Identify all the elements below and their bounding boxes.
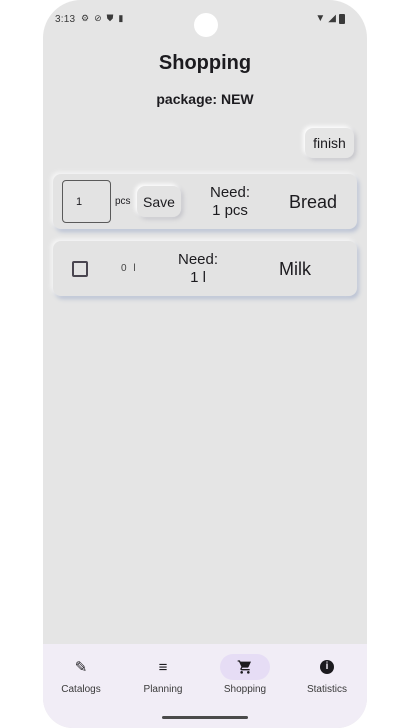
nav-label: Shopping bbox=[223, 684, 267, 695]
item-checkbox[interactable] bbox=[72, 261, 88, 277]
nav-label: Catalogs bbox=[61, 684, 101, 695]
sd-card-icon: ▮ bbox=[118, 13, 124, 23]
wifi-icon: ▼ bbox=[315, 13, 326, 24]
home-indicator[interactable] bbox=[162, 716, 248, 719]
package-label: package: NEW bbox=[156, 91, 254, 107]
status-left-icons: ⚙ ⊘ ⛊ ▮ bbox=[81, 13, 123, 24]
page-title: Shopping bbox=[158, 52, 252, 74]
need-info: Need: 1 l bbox=[173, 251, 223, 287]
nav-shopping[interactable]: Shopping bbox=[208, 654, 282, 695]
finish-button[interactable]: finish bbox=[305, 128, 354, 158]
do-not-disturb-icon: ⊘ bbox=[94, 13, 102, 23]
unit-label: pcs bbox=[115, 196, 131, 207]
need-amount: 1 pcs bbox=[212, 202, 248, 219]
need-label: Need: bbox=[177, 251, 219, 268]
status-bar: 3:13 ⚙ ⊘ ⛊ ▮ ▼ ◢ bbox=[43, 0, 367, 40]
status-time: 3:13 bbox=[55, 14, 76, 25]
shopping-item-milk: 0 l Need: 1 l Milk bbox=[53, 241, 357, 296]
quantity-input[interactable] bbox=[62, 180, 111, 223]
shopping-item-bread: pcs Save Need: 1 pcs Bread bbox=[53, 174, 357, 229]
item-name: Milk bbox=[279, 259, 311, 279]
bottom-navigation: ✎ Catalogs ≡ Planning Shopping i Statist… bbox=[43, 644, 367, 728]
camera-cutout bbox=[194, 13, 218, 37]
info-icon: i bbox=[302, 654, 352, 680]
nav-label: Statistics bbox=[306, 684, 347, 695]
save-button[interactable]: Save bbox=[137, 186, 181, 217]
signal-icon: ◢ bbox=[328, 13, 336, 24]
need-amount: 1 l bbox=[190, 269, 206, 286]
pencil-icon: ✎ bbox=[74, 659, 88, 676]
settings-icon: ⚙ bbox=[81, 13, 90, 23]
need-label: Need: bbox=[209, 184, 251, 201]
cart-icon bbox=[220, 654, 270, 680]
item-name: Bread bbox=[289, 192, 338, 212]
nav-planning[interactable]: ≡ Planning bbox=[126, 654, 200, 696]
shield-icon: ⛊ bbox=[106, 13, 114, 23]
status-right-icons: ▼ ◢ bbox=[315, 13, 345, 24]
phone-screen: 3:13 ⚙ ⊘ ⛊ ▮ ▼ ◢ Shopping package: NEW f… bbox=[43, 0, 367, 728]
need-info: Need: 1 pcs bbox=[205, 184, 255, 220]
nav-label: Planning bbox=[143, 684, 183, 695]
bought-quantity: 0 l bbox=[121, 263, 138, 274]
battery-icon bbox=[339, 13, 345, 24]
nav-catalogs[interactable]: ✎ Catalogs bbox=[44, 654, 118, 695]
list-icon: ≡ bbox=[158, 658, 168, 676]
nav-statistics[interactable]: i Statistics bbox=[290, 654, 364, 695]
